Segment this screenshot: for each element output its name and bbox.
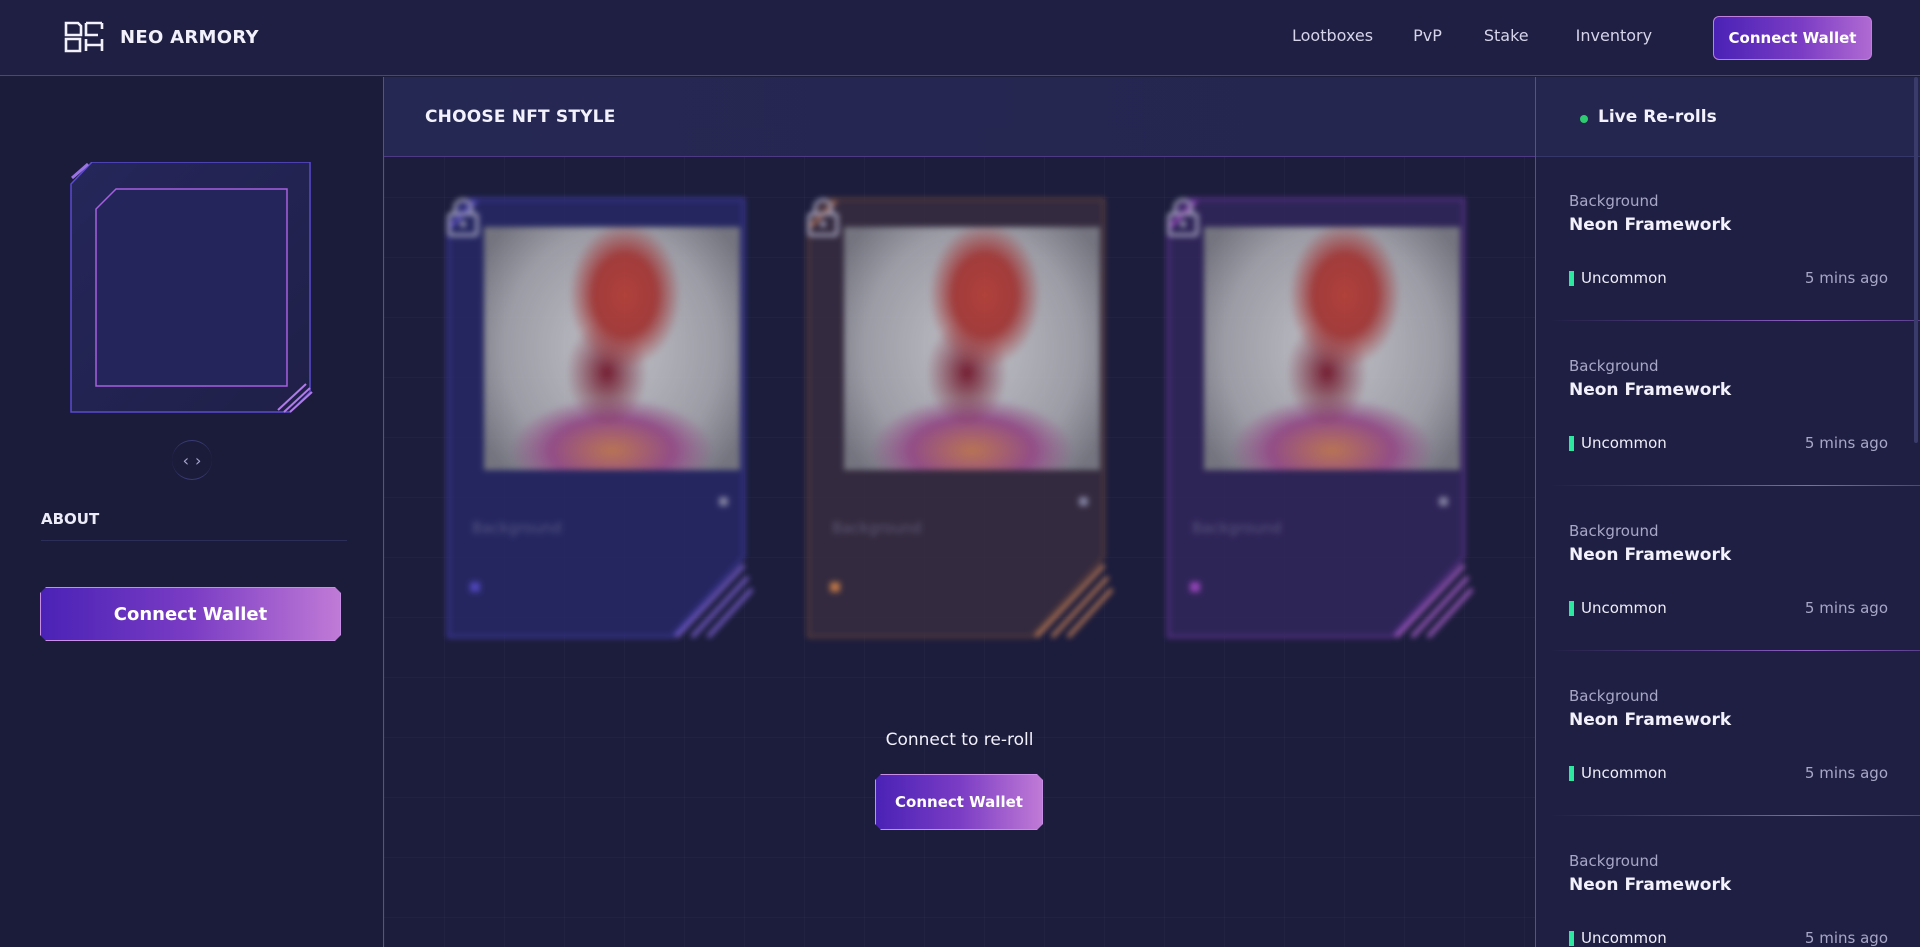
about-heading: ABOUT — [41, 510, 100, 528]
item-timestamp: 5 mins ago — [1804, 434, 1888, 452]
item-rarity: Uncommon — [1581, 929, 1667, 947]
sidebar-connect-wallet-button[interactable]: Connect Wallet — [40, 587, 341, 641]
rarity-indicator — [1569, 766, 1574, 781]
about-divider — [41, 540, 347, 541]
item-category: Background — [1569, 687, 1659, 705]
item-divider — [1548, 650, 1920, 651]
center-panel: CHOOSE NFT STYLE Background Background B… — [384, 77, 1535, 947]
item-rarity: Uncommon — [1581, 599, 1667, 617]
lock-icon — [447, 198, 479, 237]
nft-style-cards: Background Background Background — [384, 197, 1535, 657]
live-rerolls-header: Live Re-rolls — [1536, 77, 1920, 157]
nft-image — [484, 227, 740, 470]
list-item[interactable]: Background Neon Framework Uncommon 5 min… — [1536, 487, 1920, 652]
logo-text: NEO ARMORY — [120, 26, 259, 48]
nav-inventory[interactable]: Inventory — [1576, 26, 1652, 45]
rarity-indicator — [1569, 601, 1574, 616]
nav-stake[interactable]: Stake — [1484, 26, 1529, 45]
chevron-right-icon[interactable]: › — [192, 451, 204, 470]
item-timestamp: 5 mins ago — [1804, 764, 1888, 782]
live-rerolls-panel: Live Re-rolls Background Neon Framework … — [1536, 77, 1920, 947]
item-name: Neon Framework — [1569, 380, 1732, 400]
rarity-indicator — [1569, 931, 1574, 946]
live-rerolls-title: Live Re-rolls — [1598, 107, 1717, 127]
nav-lootboxes[interactable]: Lootboxes — [1292, 26, 1373, 45]
rarity-indicator — [1569, 436, 1574, 451]
lock-icon — [1167, 198, 1199, 237]
card-corner-marker — [1439, 497, 1448, 506]
list-item[interactable]: Background Neon Framework Uncommon 5 min… — [1536, 817, 1920, 947]
nft-style-card[interactable]: Background — [446, 197, 756, 647]
nav-pvp[interactable]: PvP — [1413, 26, 1442, 45]
rarity-dot — [1190, 582, 1200, 592]
rarity-indicator — [1569, 271, 1574, 286]
item-rarity: Uncommon — [1581, 269, 1667, 287]
card-label: Background — [832, 519, 922, 537]
logo-icon — [64, 21, 104, 53]
item-name: Neon Framework — [1569, 875, 1732, 895]
center-connect-wallet-button[interactable]: Connect Wallet — [875, 774, 1043, 830]
lock-icon — [807, 198, 839, 237]
item-timestamp: 5 mins ago — [1804, 929, 1888, 947]
feed-scrollbar[interactable] — [1914, 77, 1918, 443]
main-nav: Lootboxes PvP Stake Inventory — [1292, 26, 1699, 45]
item-timestamp: 5 mins ago — [1804, 269, 1888, 287]
page-title: CHOOSE NFT STYLE — [425, 107, 616, 127]
top-header: NEO ARMORY Lootboxes PvP Stake Inventory… — [0, 0, 1920, 76]
rarity-dot — [830, 582, 840, 592]
card-label: Background — [472, 519, 562, 537]
logo[interactable]: NEO ARMORY — [64, 20, 259, 54]
item-name: Neon Framework — [1569, 710, 1732, 730]
card-corner-marker — [1079, 497, 1088, 506]
list-item[interactable]: Background Neon Framework Uncommon 5 min… — [1536, 322, 1920, 487]
card-corner-marker — [719, 497, 728, 506]
item-name: Neon Framework — [1569, 215, 1732, 235]
nft-image — [844, 227, 1100, 470]
chevron-left-icon[interactable]: ‹ — [180, 451, 192, 470]
connect-prompt: Connect to re-roll — [885, 730, 1034, 750]
item-category: Background — [1569, 852, 1659, 870]
list-item[interactable]: Background Neon Framework Uncommon 5 min… — [1536, 652, 1920, 817]
preview-pager: ‹ › — [172, 440, 212, 480]
nft-style-card[interactable]: Background — [1166, 197, 1476, 647]
item-name: Neon Framework — [1569, 545, 1732, 565]
card-label: Background — [1192, 519, 1282, 537]
nft-preview-frame — [70, 162, 313, 413]
list-item[interactable]: Background Neon Framework Uncommon 5 min… — [1536, 157, 1920, 322]
item-category: Background — [1569, 357, 1659, 375]
rarity-dot — [470, 582, 480, 592]
nft-style-card[interactable]: Background — [806, 197, 1116, 647]
nft-image — [1204, 227, 1460, 470]
live-status-dot — [1580, 115, 1588, 123]
center-header: CHOOSE NFT STYLE — [384, 77, 1535, 157]
item-category: Background — [1569, 522, 1659, 540]
item-category: Background — [1569, 192, 1659, 210]
item-timestamp: 5 mins ago — [1804, 599, 1888, 617]
item-rarity: Uncommon — [1581, 434, 1667, 452]
item-divider — [1548, 815, 1920, 816]
header-connect-wallet-button[interactable]: Connect Wallet — [1713, 16, 1872, 60]
item-rarity: Uncommon — [1581, 764, 1667, 782]
item-divider — [1548, 485, 1920, 486]
item-divider — [1548, 320, 1920, 321]
